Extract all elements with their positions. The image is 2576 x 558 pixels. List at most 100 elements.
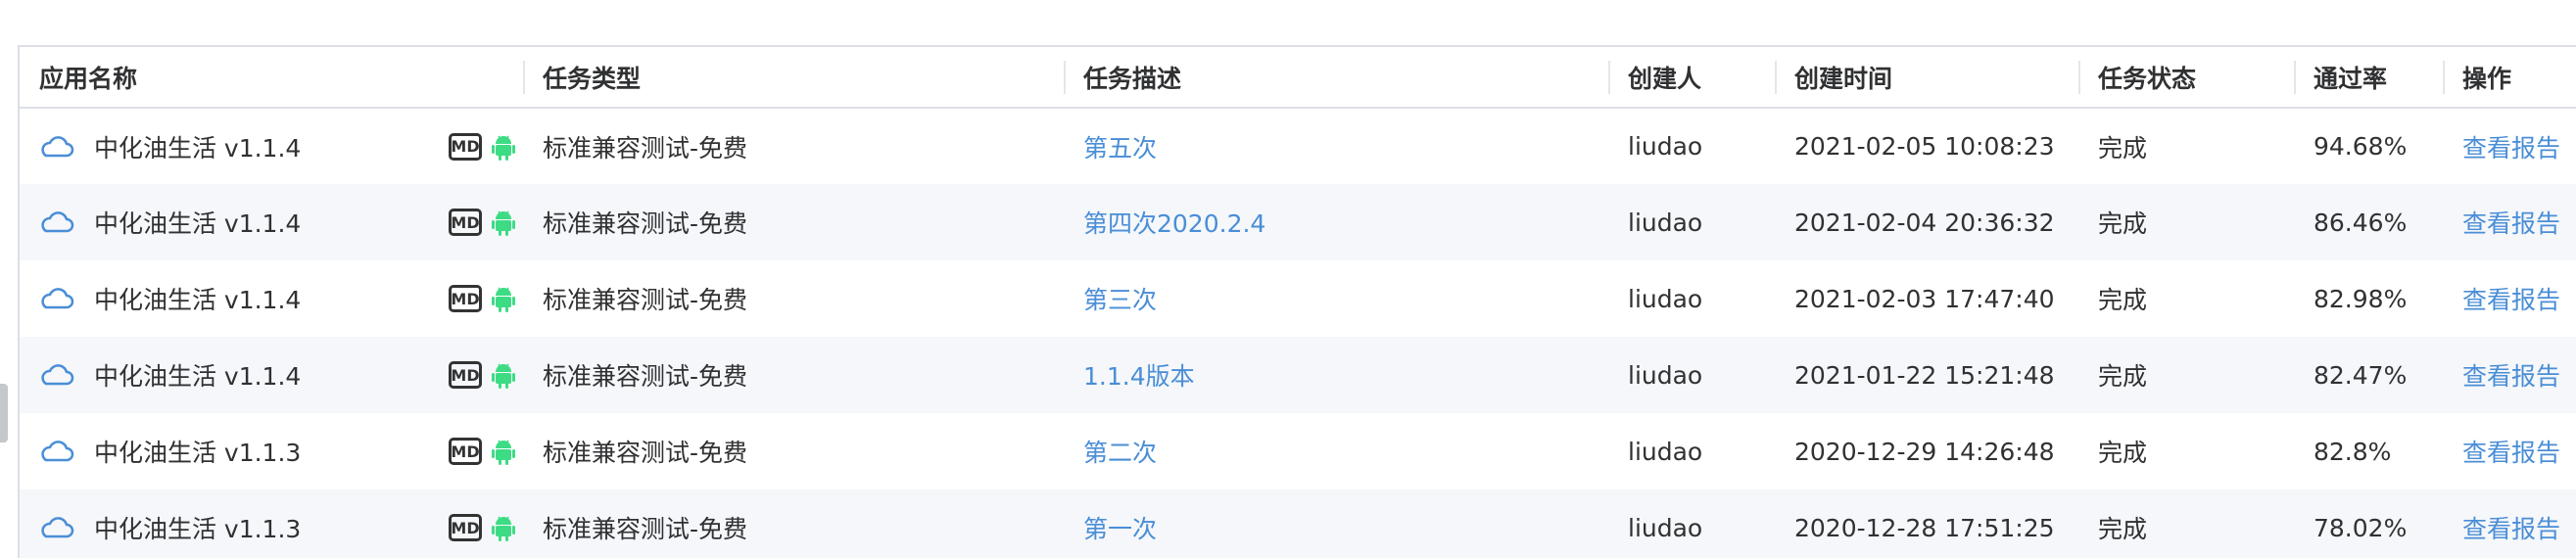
- app-name: 中化油生活 v1.1.4: [93, 209, 302, 238]
- task-desc-cell: 第一次: [1064, 489, 1608, 558]
- create-time-cell: 2021-02-03 17:47:40: [1794, 284, 2055, 313]
- android-icon: [492, 514, 515, 541]
- creator-cell: liudao: [1628, 284, 1703, 313]
- cloud-app-icon: [39, 517, 74, 538]
- creator-cell: liudao: [1628, 437, 1703, 466]
- create-time-cell: 2020-12-29 14:26:48: [1794, 437, 2055, 466]
- creator-cell: liudao: [1608, 489, 1775, 558]
- md-badge-icon: MD: [449, 132, 482, 161]
- status-cell: 完成: [2078, 489, 2294, 558]
- android-icon: [492, 285, 515, 312]
- view-report-link[interactable]: 查看报告: [2462, 209, 2560, 238]
- task-desc-cell: 第二次: [1064, 413, 1608, 489]
- task-desc-cell: 第五次: [1064, 108, 1608, 184]
- creator-cell: liudao: [1608, 337, 1775, 413]
- header-task-desc[interactable]: 任务描述: [1064, 47, 1608, 109]
- app-name: 中化油生活 v1.1.4: [93, 362, 302, 391]
- actions-cell: 查看报告: [2443, 413, 2576, 489]
- app-name: 中化油生活 v1.1.3: [93, 439, 302, 467]
- app-cell: 中化油生活 v1.1.4 MD: [20, 260, 523, 337]
- table-header-row: 应用名称 任务类型 任务描述 创建人 创建时间 任务状态 通过率 操作: [20, 47, 2576, 109]
- actions-cell: 查看报告: [2443, 184, 2576, 260]
- pass-rate-cell: 94.68%: [2314, 132, 2408, 161]
- header-create-time[interactable]: 创建时间: [1775, 47, 2078, 109]
- task-desc-cell: 第四次2020.2.4: [1064, 184, 1608, 260]
- side-drawer-handle[interactable]: [0, 384, 8, 442]
- pass-rate-cell: 82.98%: [2314, 284, 2408, 313]
- task-desc-link[interactable]: 第三次: [1083, 286, 1157, 314]
- task-desc-cell: 1.1.4版本: [1064, 337, 1608, 413]
- task-desc-link[interactable]: 第二次: [1083, 439, 1157, 467]
- status-cell: 完成: [2078, 184, 2294, 260]
- cloud-app-icon: [39, 364, 74, 386]
- view-report-link[interactable]: 查看报告: [2462, 439, 2560, 467]
- view-report-link[interactable]: 查看报告: [2462, 134, 2560, 163]
- pass-rate-cell: 82.47%: [2294, 337, 2443, 413]
- task-type-cell: 标准兼容测试-免费: [543, 286, 748, 314]
- create-time-cell: 2021-02-05 10:08:23: [1794, 132, 2055, 161]
- create-time-cell: 2020-12-28 17:51:25: [1775, 489, 2078, 558]
- table-row[interactable]: 中化油生活 v1.1.4 MD 标准兼容测试-免费: [20, 184, 2576, 260]
- task-desc-link[interactable]: 第四次2020.2.4: [1083, 209, 1265, 238]
- md-badge-icon: MD: [449, 514, 482, 541]
- table-row[interactable]: 中化油生活 v1.1.3 MD 标准兼容测试-免费: [20, 489, 2576, 558]
- task-desc-link[interactable]: 第一次: [1083, 515, 1157, 543]
- table-row[interactable]: 中化油生活 v1.1.4 MD 标准兼容测试-免费: [20, 337, 2576, 413]
- android-icon: [492, 133, 515, 161]
- task-type-cell: 标准兼容测试-免费: [543, 439, 748, 467]
- table-row[interactable]: 中化油生活 v1.1.4 MD 标准兼容测试-免费: [20, 260, 2576, 337]
- app-cell: 中化油生活 v1.1.4 MD: [20, 108, 523, 184]
- task-table-container: 应用名称 任务类型 任务描述 创建人 创建时间 任务状态 通过率 操作 中化油生…: [18, 45, 2576, 558]
- cloud-app-icon: [39, 211, 74, 233]
- cloud-app-icon: [39, 288, 74, 309]
- app-name: 中化油生活 v1.1.4: [93, 286, 302, 314]
- app-cell: 中化油生活 v1.1.4 MD: [20, 337, 523, 413]
- app-name: 中化油生活 v1.1.3: [93, 515, 302, 543]
- app-cell: 中化油生活 v1.1.4 MD: [20, 184, 523, 260]
- header-app-name[interactable]: 应用名称: [20, 47, 523, 109]
- status-cell: 完成: [2078, 337, 2294, 413]
- cloud-app-icon: [39, 441, 74, 462]
- pass-rate-cell: 82.8%: [2314, 437, 2392, 466]
- app-cell: 中化油生活 v1.1.3 MD: [20, 489, 523, 558]
- task-type-cell: 标准兼容测试-免费: [523, 337, 1064, 413]
- table-row[interactable]: 中化油生活 v1.1.4 MD 标准兼容测试-免费: [20, 108, 2576, 184]
- status-cell: 完成: [2098, 439, 2148, 467]
- md-badge-icon: MD: [449, 285, 482, 312]
- status-cell: 完成: [2098, 286, 2148, 314]
- md-badge-icon: MD: [449, 209, 482, 236]
- view-report-link[interactable]: 查看报告: [2462, 362, 2560, 391]
- cloud-app-icon: [39, 135, 74, 158]
- task-desc-cell: 第三次: [1064, 260, 1608, 337]
- status-cell: 完成: [2098, 133, 2148, 163]
- header-creator[interactable]: 创建人: [1608, 47, 1775, 109]
- app-cell: 中化油生活 v1.1.3 MD: [20, 413, 523, 489]
- view-report-link[interactable]: 查看报告: [2462, 286, 2560, 314]
- table-row[interactable]: 中化油生活 v1.1.3 MD 标准兼容测试-免费: [20, 413, 2576, 489]
- header-task-type[interactable]: 任务类型: [523, 47, 1064, 109]
- header-pass-rate[interactable]: 通过率: [2294, 47, 2443, 109]
- task-type-cell: 标准兼容测试-免费: [543, 133, 748, 163]
- android-icon: [492, 209, 515, 236]
- md-badge-icon: MD: [449, 361, 482, 389]
- create-time-cell: 2021-02-04 20:36:32: [1775, 184, 2078, 260]
- task-desc-link[interactable]: 1.1.4版本: [1083, 362, 1195, 391]
- task-desc-link[interactable]: 第五次: [1083, 134, 1157, 163]
- actions-cell: 查看报告: [2443, 489, 2576, 558]
- create-time-cell: 2021-01-22 15:21:48: [1775, 337, 2078, 413]
- creator-cell: liudao: [1608, 184, 1775, 260]
- android-icon: [492, 438, 515, 465]
- header-task-status[interactable]: 任务状态: [2078, 47, 2294, 109]
- pass-rate-cell: 78.02%: [2294, 489, 2443, 558]
- task-type-cell: 标准兼容测试-免费: [523, 184, 1064, 260]
- pass-rate-cell: 86.46%: [2294, 184, 2443, 260]
- app-name: 中化油生活 v1.1.4: [93, 133, 302, 163]
- view-report-link[interactable]: 查看报告: [2462, 515, 2560, 543]
- actions-cell: 查看报告: [2443, 337, 2576, 413]
- actions-cell: 查看报告: [2443, 260, 2576, 337]
- task-table: 应用名称 任务类型 任务描述 创建人 创建时间 任务状态 通过率 操作 中化油生…: [20, 47, 2576, 558]
- creator-cell: liudao: [1628, 132, 1703, 161]
- android-icon: [492, 361, 515, 389]
- md-badge-icon: MD: [449, 438, 482, 465]
- header-actions: 操作: [2443, 47, 2576, 109]
